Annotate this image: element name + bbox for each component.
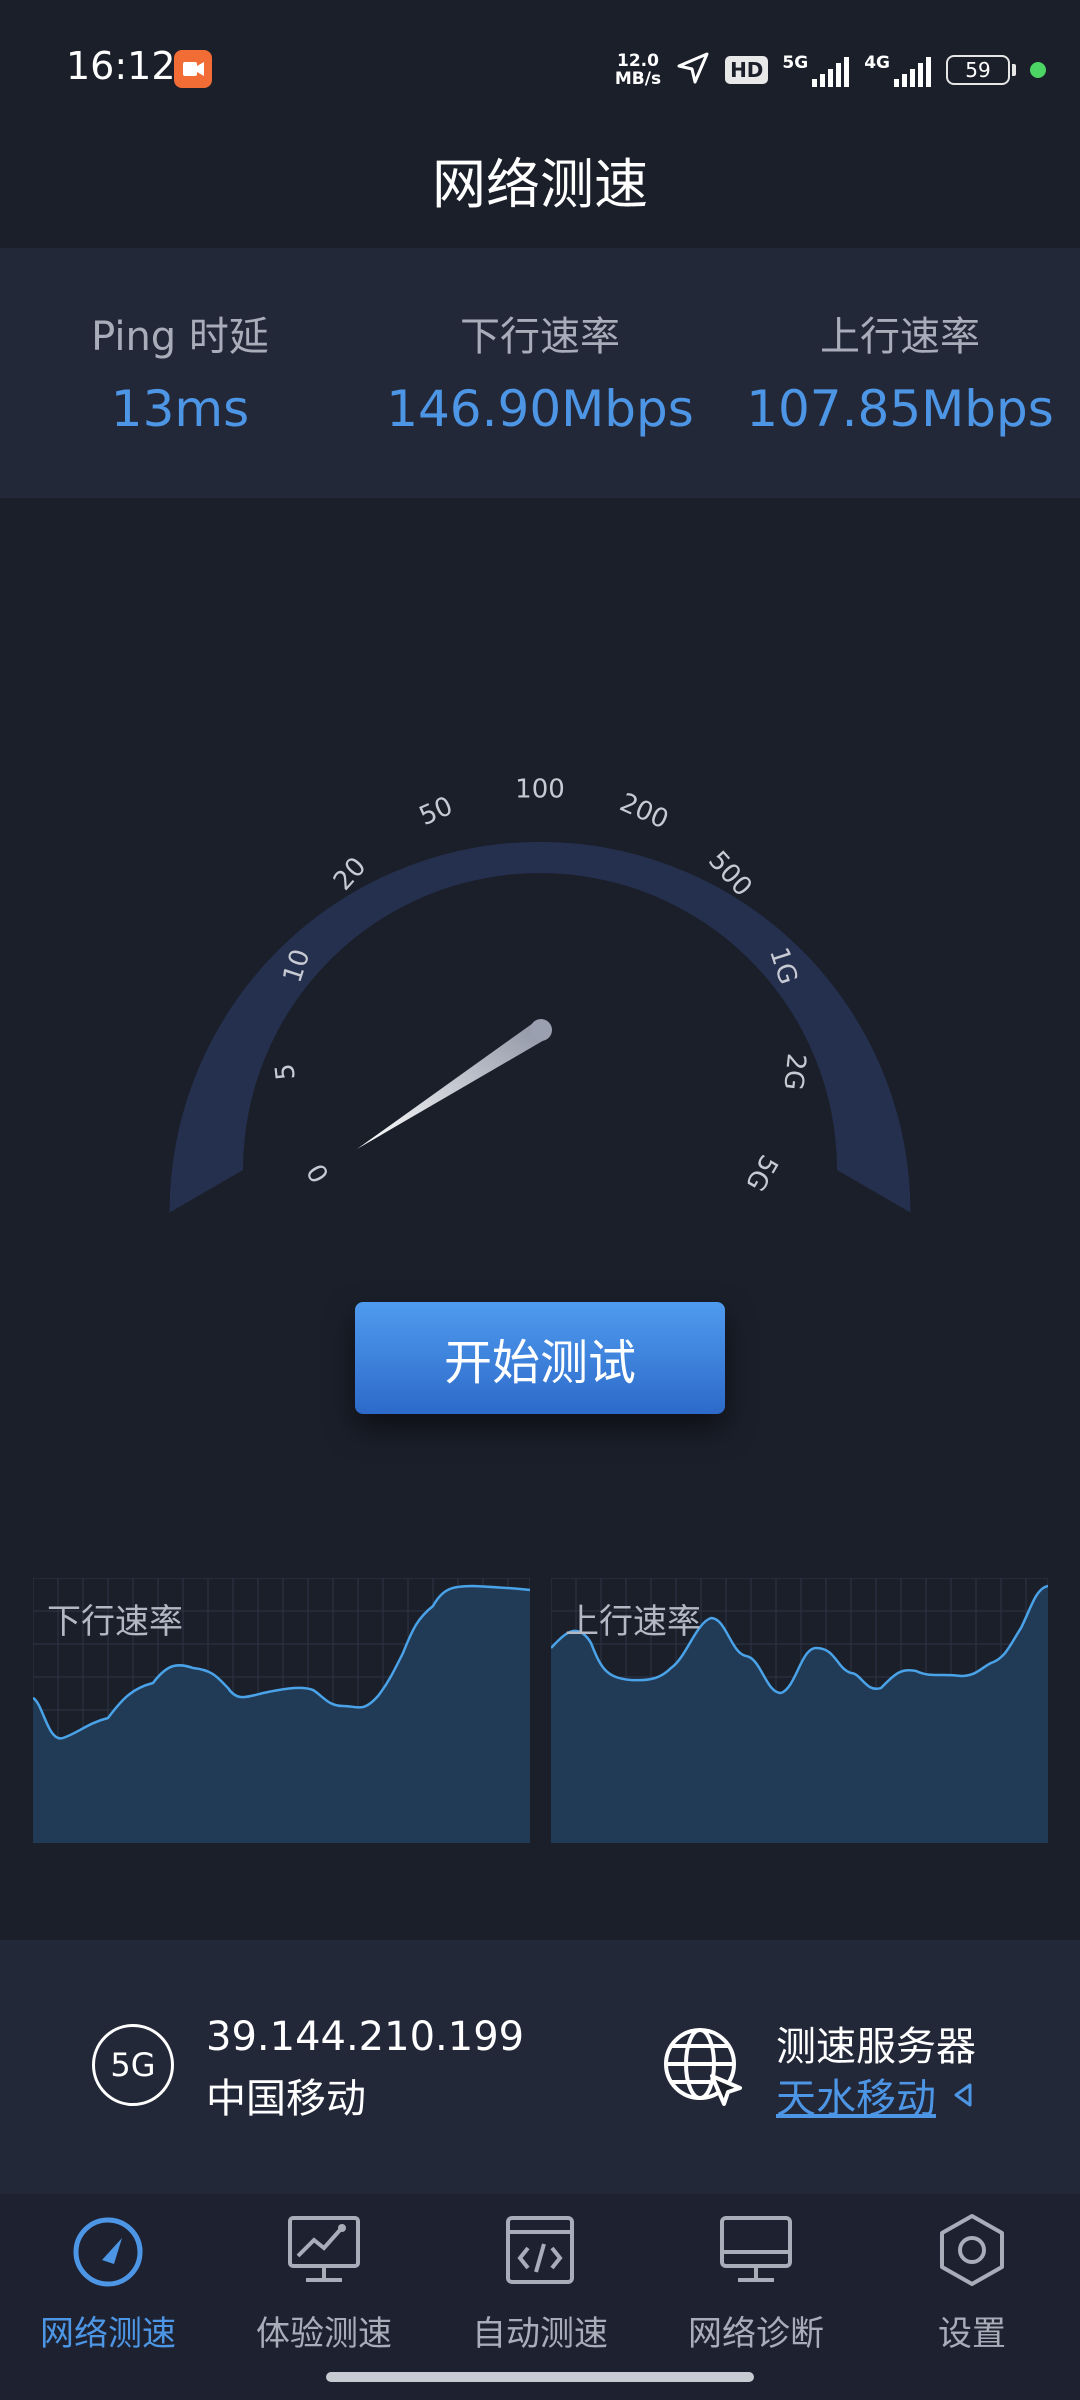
upload-label: 上行速率 (820, 314, 980, 360)
signal-icon (894, 57, 931, 87)
gauge-tick-label: 5G (739, 1149, 783, 1196)
network-type-badge: 5G (92, 2024, 174, 2106)
monitor-chart-icon (288, 2216, 360, 2282)
ip-address: 39.144.210.199 (206, 2014, 525, 2060)
speedometer-icon (73, 2217, 143, 2287)
status-bar: 16:12 12.0 MB/s HD 5G 4G 59 (0, 0, 1080, 130)
stat-download: 下行速率 146.90Mbps (360, 304, 720, 438)
desktop-icon (720, 2216, 792, 2282)
nav-speed-test[interactable]: 网络测速 (0, 2208, 216, 2368)
nav-label: 网络测速 (40, 2314, 176, 2354)
speed-gauge: 05102050100 2005001G2G5G (169, 775, 911, 1213)
download-value: 146.90Mbps (386, 380, 694, 438)
battery-level: 59 (965, 58, 991, 82)
network-speed: 12.0 MB/s (615, 52, 661, 88)
code-window-icon (506, 2216, 574, 2284)
server-name: 天水移动 (776, 2076, 936, 2122)
ping-value: 13ms (110, 380, 250, 438)
nav-label: 网络诊断 (688, 2314, 824, 2354)
sim1-network-type: 5G (782, 53, 809, 73)
signal-icon (812, 57, 850, 87)
nav-auto-test[interactable]: 自动测速 (432, 2208, 648, 2368)
carrier-name: 中国移动 (206, 2076, 366, 2122)
nav-settings[interactable]: 设置 (864, 2208, 1080, 2368)
server-title: 测速服务器 (776, 2024, 976, 2070)
page-title: 网络测速 (432, 153, 648, 216)
upload-speed-chart: 上行速率 (550, 1577, 1049, 1844)
server-name-link[interactable]: 天水移动 (776, 2066, 974, 2124)
gauge-tick-label: 100 (515, 775, 565, 805)
sim2-signal: 4G (864, 53, 932, 87)
bottom-nav: 网络测速 体验测速 自动测速 网络诊断 设置 (0, 2194, 1080, 2400)
triangle-left-icon (954, 2083, 972, 2107)
ping-label: Ping 时延 (91, 314, 269, 360)
gauge-tick-label: 200 (615, 788, 673, 836)
upload-chart-label: 上行速率 (565, 1602, 701, 1642)
nav-network-diagnosis[interactable]: 网络诊断 (648, 2208, 864, 2368)
location-arrow-icon (675, 50, 711, 90)
upload-value: 107.85Mbps (746, 380, 1054, 438)
settings-icon (940, 2214, 1004, 2286)
download-chart-label: 下行速率 (47, 1602, 183, 1642)
nav-label: 设置 (938, 2314, 1006, 2354)
gauge-tick-label: 2G (777, 1052, 811, 1092)
status-time: 16:12 (66, 44, 176, 88)
nav-label: 体验测速 (256, 2314, 392, 2354)
globe-icon (664, 2028, 742, 2106)
gauge-needle (357, 1019, 552, 1149)
privacy-indicator-dot (1030, 62, 1046, 78)
gauge-tick-label: 5 (270, 1062, 302, 1082)
network-speed-unit: MB/s (614, 69, 662, 89)
download-speed-chart: 下行速率 (32, 1577, 531, 1844)
download-label: 下行速率 (460, 314, 620, 360)
sim2-network-type: 4G (864, 53, 890, 73)
network-speed-value: 12.0 (616, 51, 659, 71)
gauge-tick-label: 0 (302, 1158, 336, 1187)
status-icons: 12.0 MB/s HD 5G 4G 59 (615, 46, 1046, 94)
nav-label: 自动测速 (472, 2314, 608, 2354)
battery-icon: 59 (946, 55, 1016, 85)
stat-ping: Ping 时延 13ms (0, 304, 360, 438)
start-test-button[interactable]: 开始测试 (355, 1302, 725, 1414)
sim1-signal: 5G (782, 53, 850, 87)
nav-experience-test[interactable]: 体验测速 (216, 2208, 432, 2368)
video-app-icon (174, 50, 212, 88)
home-indicator[interactable] (326, 2372, 754, 2382)
hd-badge: HD (725, 56, 769, 84)
gauge-tick-label: 50 (415, 791, 457, 832)
stats-panel: Ping 时延 13ms 下行速率 146.90Mbps 上行速率 107.85… (0, 248, 1080, 498)
stat-upload: 上行速率 107.85Mbps (720, 304, 1080, 438)
gauge-tick-labels: 05102050100 2005001G2G5G (270, 775, 811, 1197)
